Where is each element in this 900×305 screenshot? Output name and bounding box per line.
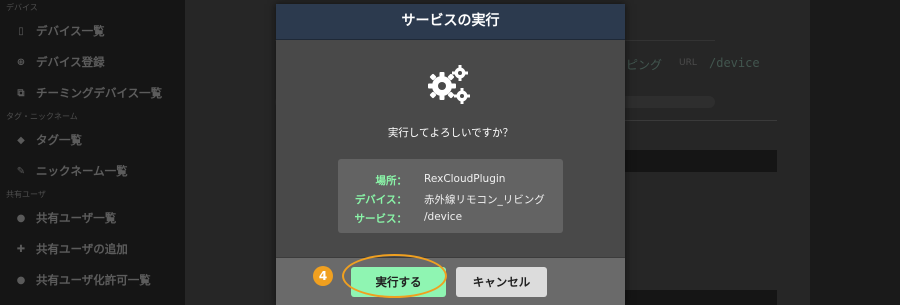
service-execute-modal: サービスの実行 実行してよろしいですか？ 場所： RexCloudPlugin …: [276, 4, 625, 305]
sidebar-section-title: 共有ユーザ: [6, 190, 46, 199]
cancel-button[interactable]: キャンセル: [456, 267, 547, 297]
info-label: デバイス：: [354, 194, 407, 206]
bg-device-name-fragment: ピング: [626, 58, 663, 72]
sb-section-shared-users: 共有ユーザ ● 共有ユーザ一覧 ✚ 共有ユーザの追加 ● 共有ユーザ化許可一覧: [0, 187, 185, 296]
sidebar-item-shared-user-permits[interactable]: ● 共有ユーザ化許可一覧: [0, 265, 185, 296]
user-icon: ●: [16, 213, 26, 224]
info-value: 赤外線リモコン_リビング: [424, 194, 545, 206]
sidebar-item-label: デバイス登録: [36, 55, 105, 69]
sidebar-item-nickname-list[interactable]: ✎ ニックネーム一覧: [0, 156, 185, 187]
info-label: 場所：: [375, 175, 408, 187]
sidebar-item-label: 共有ユーザの追加: [36, 242, 128, 256]
step-number-badge: 4: [313, 266, 333, 286]
sidebar-section-title: デバイス: [6, 3, 38, 12]
info-row-location: 場所： RexCloudPlugin: [338, 173, 563, 191]
right-pane: [810, 0, 900, 305]
plus-circle-icon: ⊕: [16, 57, 26, 68]
bg-url-label: URL: [679, 58, 697, 68]
sidebar-item-label: タグ一覧: [36, 133, 82, 147]
user-plus-icon: ✚: [16, 244, 26, 255]
confirm-question: 実行してよろしいですか？: [387, 127, 514, 139]
user-lock-icon: ●: [16, 275, 26, 286]
pencil-icon: ✎: [16, 166, 26, 177]
info-value: /device: [424, 211, 463, 223]
info-value: RexCloudPlugin: [424, 173, 506, 185]
info-label: サービス：: [354, 213, 408, 225]
sidebar-item-add-shared-user[interactable]: ✚ 共有ユーザの追加: [0, 234, 185, 265]
sidebar-item-label: 共有ユーザ一覧: [36, 211, 117, 225]
sidebar: デバイス ▯ デバイス一覧 ⊕ デバイス登録 ⧉ チーミングデバイス一覧 タグ・…: [0, 0, 185, 305]
tags-icon: ◆: [17, 135, 25, 146]
modal-title: サービスの実行: [276, 4, 625, 40]
info-row-service: サービス： /device: [338, 211, 563, 229]
sidebar-item-device-list[interactable]: ▯ デバイス一覧: [0, 16, 185, 47]
info-row-device: デバイス： 赤外線リモコン_リビング: [338, 192, 563, 210]
sidebar-item-label: ニックネーム一覧: [36, 164, 128, 178]
phone-icon: ▯: [18, 26, 24, 37]
sb-section-devices: デバイス ▯ デバイス一覧 ⊕ デバイス登録 ⧉ チーミングデバイス一覧: [0, 0, 185, 109]
sidebar-item-device-register[interactable]: ⊕ デバイス登録: [0, 47, 185, 78]
gears-icon: [428, 65, 470, 104]
sidebar-item-teaming-devices[interactable]: ⧉ チーミングデバイス一覧: [0, 78, 185, 109]
sidebar-item-shared-user-list[interactable]: ● 共有ユーザ一覧: [0, 203, 185, 234]
sidebar-item-label: デバイス一覧: [36, 24, 105, 38]
bg-url-value: /device: [709, 56, 760, 70]
sb-section-tags: タグ・ニックネーム ◆ タグ一覧 ✎ ニックネーム一覧: [0, 109, 185, 187]
sidebar-section-title: タグ・ニックネーム: [6, 112, 78, 121]
sidebar-item-tag-list[interactable]: ◆ タグ一覧: [0, 125, 185, 156]
sidebar-item-label: チーミングデバイス一覧: [36, 86, 163, 100]
highlight-ring: [342, 254, 447, 298]
service-info-box: 場所： RexCloudPlugin デバイス： 赤外線リモコン_リビング サー…: [338, 159, 563, 233]
clone-icon: ⧉: [17, 88, 25, 99]
sidebar-item-label: 共有ユーザ化許可一覧: [36, 273, 151, 287]
